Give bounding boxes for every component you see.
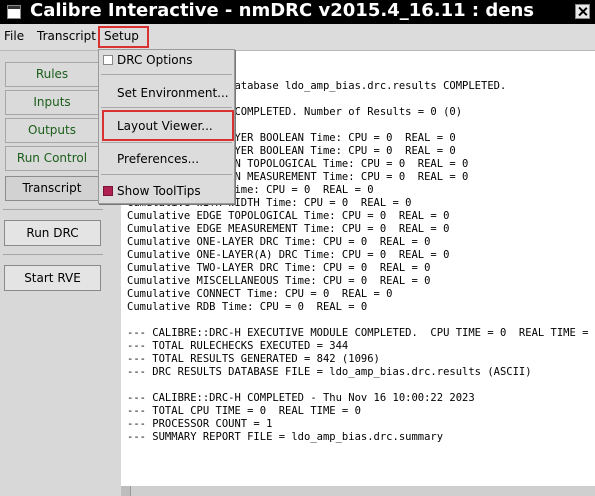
window-menu-icon[interactable] xyxy=(7,5,21,19)
horizontal-scrollbar[interactable] xyxy=(121,486,595,496)
close-icon[interactable] xyxy=(575,4,590,19)
window-title-bar: Calibre Interactive - nmDRC v2015.4_16.1… xyxy=(0,0,595,24)
menu-file[interactable]: File xyxy=(4,29,24,43)
divider xyxy=(3,254,103,255)
transcript-line: Cumulative CONNECT Time: CPU = 0 REAL = … xyxy=(127,288,393,300)
menu-separator xyxy=(101,107,232,108)
transcript-line: Cumulative ONE-LAYER DRC Time: CPU = 0 R… xyxy=(127,236,431,248)
sidebar-item-outputs[interactable]: Outputs xyxy=(5,118,99,143)
sidebar-item-run-control[interactable]: Run Control xyxy=(5,146,99,171)
transcript-line: --- TOTAL CPU TIME = 0 REAL TIME = 0 xyxy=(127,405,361,417)
transcript-line xyxy=(127,314,595,327)
sidebar-item-transcript[interactable]: Transcript xyxy=(5,176,99,201)
transcript-line: Cumulative EDGE TOPOLOGICAL Time: CPU = … xyxy=(127,210,450,222)
setup-dropdown-menu: DRC Options Set Environment... Layout Vi… xyxy=(98,49,235,204)
menu-separator xyxy=(101,142,232,143)
menu-bar: File Transcript Setup xyxy=(0,24,595,51)
transcript-line: Cumulative MISCELLANEOUS Time: CPU = 0 R… xyxy=(127,275,431,287)
show-tooltips-checkbox[interactable] xyxy=(103,186,113,196)
sidebar-item-rules[interactable]: Rules xyxy=(5,62,99,87)
layout-viewer-highlight xyxy=(102,110,234,141)
transcript-line: --- SUMMARY REPORT FILE = ldo_amp_bias.d… xyxy=(127,431,444,443)
drc-options-checkbox[interactable] xyxy=(103,55,113,65)
divider xyxy=(3,209,103,210)
transcript-line: --- PROCESSOR COUNT = 1 xyxy=(127,418,273,430)
menu-item-drc-options[interactable]: DRC Options xyxy=(117,53,192,67)
window-title: Calibre Interactive - nmDRC v2015.4_16.1… xyxy=(30,0,534,21)
transcript-line: Cumulative ONE-LAYER(A) DRC Time: CPU = … xyxy=(127,249,450,261)
transcript-line: --- TOTAL RULECHECKS EXECUTED = 344 xyxy=(127,340,349,352)
run-drc-button[interactable]: Run DRC xyxy=(4,220,101,246)
transcript-line: --- TOTAL RESULTS GENERATED = 842 (1096) xyxy=(127,353,380,365)
transcript-line: Cumulative TWO-LAYER DRC Time: CPU = 0 R… xyxy=(127,262,431,274)
menu-transcript[interactable]: Transcript xyxy=(37,29,96,43)
transcript-line: --- DRC RESULTS DATABASE FILE = ldo_amp_… xyxy=(127,366,532,378)
start-rve-button[interactable]: Start RVE xyxy=(4,265,101,291)
menu-item-show-tooltips[interactable]: Show ToolTips xyxy=(117,184,201,198)
transcript-line: Cumulative EDGE MEASUREMENT Time: CPU = … xyxy=(127,223,450,235)
transcript-line xyxy=(127,379,595,392)
scroll-left-icon[interactable] xyxy=(121,486,131,496)
menu-separator xyxy=(101,174,232,175)
transcript-line: --- CALIBRE::DRC-H COMPLETED - Thu Nov 1… xyxy=(127,392,475,404)
menu-item-preferences[interactable]: Preferences... xyxy=(117,152,199,166)
menu-item-set-environment[interactable]: Set Environment... xyxy=(117,86,229,100)
menu-separator xyxy=(101,74,232,75)
transcript-line: Cumulative RDB Time: CPU = 0 REAL = 0 xyxy=(127,301,368,313)
transcript-line: --- CALIBRE::DRC-H EXECUTIVE MODULE COMP… xyxy=(127,327,595,339)
setup-highlight xyxy=(98,26,149,48)
sidebar: Rules Inputs Outputs Run Control Transcr… xyxy=(0,51,110,496)
sidebar-item-inputs[interactable]: Inputs xyxy=(5,90,99,115)
